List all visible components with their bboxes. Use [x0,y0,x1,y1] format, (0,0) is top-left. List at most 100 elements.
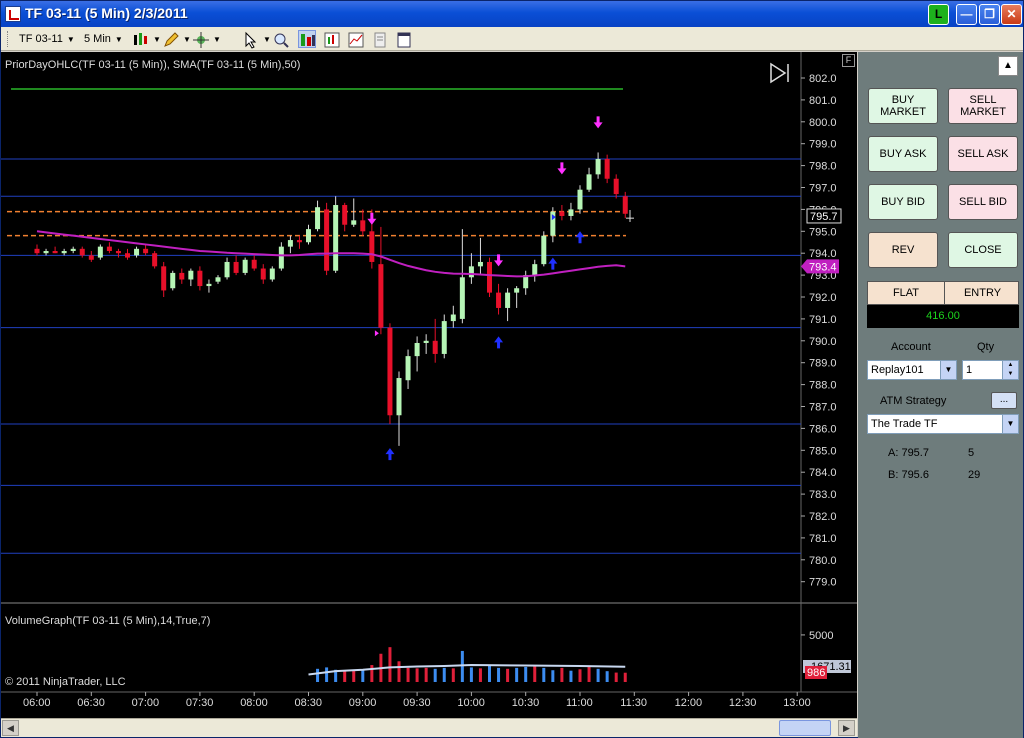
qty-value: 1 [966,364,973,376]
candle-body [568,209,574,216]
candle-body [115,251,121,254]
chart-float-button[interactable]: F [842,54,855,67]
candle-body [468,266,474,278]
candle-body [532,264,538,276]
scroll-left-arrow[interactable]: ◀ [2,720,19,736]
zoom-icon[interactable] [271,30,289,48]
strategies-icon[interactable] [346,30,364,48]
qty-stepper[interactable]: 1 ▲ ▼ [962,360,1019,380]
sell-signal-arrow [557,162,567,175]
buy-market-button[interactable]: BUY MARKET [868,88,938,124]
candle-body [170,272,176,289]
candle-body [396,378,402,416]
candle-body [613,178,619,195]
entry-label: ENTRY [944,282,1020,304]
cursor-icon[interactable] [241,30,259,49]
time-tick-label: 08:30 [295,697,323,709]
restore-button[interactable]: ❐ [979,4,1000,25]
candle-body [342,205,348,225]
time-tick-label: 12:00 [675,697,703,709]
position-status: FLAT [892,287,920,299]
volume-bar [587,666,591,682]
close-button[interactable]: ✕ [1001,4,1022,25]
sell-ask-button[interactable]: SELL ASK [948,136,1018,172]
chart-trader-icon[interactable] [298,30,316,48]
volume-bar [524,666,528,682]
sell-bid-button[interactable]: SELL BID [948,184,1018,220]
cursor-dropdown[interactable]: ▼ [259,30,271,48]
buy-signal-arrow [575,231,585,244]
candle-body [487,261,492,293]
candle-body [360,220,366,232]
candle-body [586,174,592,190]
candle-body [161,266,167,291]
price-tick-label: 780.0 [809,555,837,567]
time-tick-label: 13:00 [783,697,811,709]
candle-body [387,327,393,416]
title-bar[interactable]: TF 03-11 (5 Min) 2/3/2011 L — ❐ ✕ [1,1,1023,27]
candle-body [333,205,339,271]
collapse-panel-button[interactable]: ▲ [998,56,1018,76]
atm-strategy-select[interactable]: The Trade TF ▼ [867,414,1019,434]
crosshair-dropdown[interactable]: ▼ [209,30,221,48]
chevron-down-icon[interactable]: ▼ [940,361,956,379]
close-position-button[interactable]: CLOSE [948,232,1018,268]
qty-label: Qty [977,341,995,353]
instrument-selector[interactable]: TF 03-11 ▼ [19,30,75,48]
atm-strategy-button[interactable]: ... [991,392,1017,409]
chart-trader-panel: ▲ BUY MARKET SELL MARKET BUY ASK SELL AS… [858,52,1023,738]
volume-bar [460,650,464,682]
drawing-tools-dropdown[interactable]: ▼ [179,30,191,48]
time-tick-label: 10:30 [512,697,540,709]
candle-body [405,356,411,381]
reverse-button[interactable]: REV [868,232,938,268]
volume-bar [406,667,410,682]
candle-body [242,259,248,273]
price-tick-label: 792.0 [809,292,837,304]
sell-market-label: SELL MARKET [960,94,1006,118]
account-select[interactable]: Replay101 ▼ [867,360,957,380]
time-tick-label: 09:30 [403,697,431,709]
buy-ask-button[interactable]: BUY ASK [868,136,938,172]
chevron-down-icon[interactable]: ▼ [1002,415,1018,433]
bid-size: 29 [968,469,981,481]
candle-body [88,255,94,260]
position-header: FLAT ENTRY [867,281,1019,305]
candle-body [61,251,67,254]
bar-type-icon[interactable] [131,30,149,48]
pencil-icon[interactable] [161,30,179,48]
sell-market-button[interactable]: SELL MARKET [948,88,1018,124]
crosshair-icon[interactable] [191,30,209,48]
buy-bid-button[interactable]: BUY BID [868,184,938,220]
copyright-label: © 2011 NinjaTrader, LLC [5,676,126,688]
stepper-arrows-icon[interactable]: ▲ ▼ [1002,361,1018,379]
horizontal-scrollbar[interactable]: ◀ ▶ [1,718,857,737]
price-tick-label: 800.0 [809,117,837,129]
price-tick-label: 795.0 [809,226,837,238]
interval-selector[interactable]: 5 Min ▼ [84,30,123,48]
price-tick-label: 783.0 [809,489,837,501]
candle-body [450,314,456,322]
link-button[interactable]: L [928,4,949,25]
minimize-button[interactable]: — [956,4,977,25]
volume-bar [433,668,437,682]
candle-body [477,261,483,267]
bid-price: B: 795.6 [888,469,929,481]
chart-area[interactable]: 802.0801.0800.0799.0798.0797.0796.0795.0… [1,52,857,718]
candle-body [197,270,203,287]
scroll-thumb[interactable] [779,720,831,736]
properties-icon[interactable] [394,30,412,48]
candle-body [514,288,520,293]
bar-type-dropdown[interactable]: ▼ [149,30,161,48]
buy-market-label: BUY MARKET [880,94,926,118]
data-box-icon[interactable] [370,30,388,48]
time-tick-label: 07:30 [186,697,214,709]
indicators-icon[interactable] [322,30,340,48]
candle-body [577,189,583,210]
candle-body [432,340,438,354]
candle-body [206,283,212,287]
price-chart[interactable]: 802.0801.0800.0799.0798.0797.0796.0795.0… [1,52,857,718]
scroll-right-arrow[interactable]: ▶ [838,720,855,736]
buy-signal-arrow [494,336,504,349]
price-tick-label: 802.0 [809,73,837,85]
